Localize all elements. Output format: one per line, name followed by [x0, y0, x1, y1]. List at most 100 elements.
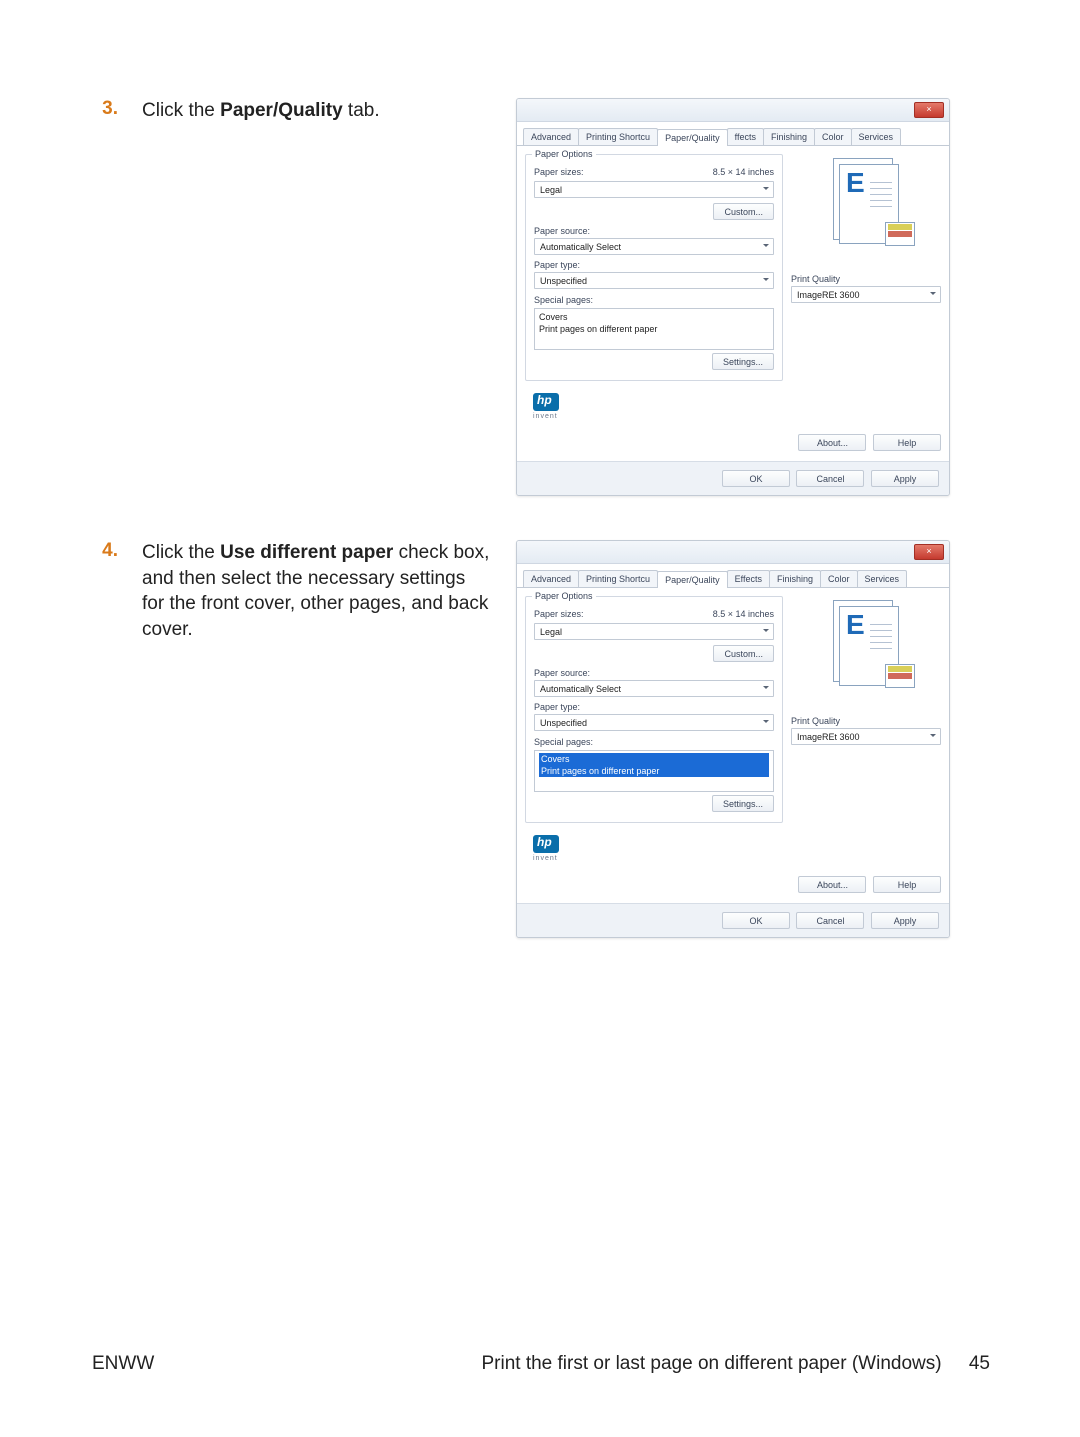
page-preview-icon: E — [821, 154, 911, 244]
titlebar: × — [517, 541, 949, 564]
print-quality-select[interactable]: ImageREt 3600 — [791, 728, 941, 745]
tab-paper-quality[interactable]: Paper/Quality — [657, 129, 728, 146]
tab-printing-shortcuts[interactable]: Printing Shortcu — [578, 570, 658, 587]
cancel-button[interactable]: Cancel — [796, 470, 864, 487]
ok-button[interactable]: OK — [722, 470, 790, 487]
paper-type-select[interactable]: Unspecified — [534, 272, 774, 289]
paper-sizes-value: 8.5 × 14 inches — [713, 609, 774, 619]
tab-finishing[interactable]: Finishing — [769, 570, 821, 587]
paper-options-group: Paper Options Paper sizes:8.5 × 14 inche… — [525, 596, 783, 823]
special-pages-list[interactable]: Covers Print pages on different paper — [534, 308, 774, 350]
text-pre: Click the — [142, 100, 220, 121]
footer-left: ENWW — [92, 1353, 154, 1375]
step-number: 3. — [92, 98, 118, 496]
footer-right: Print the first or last page on differen… — [481, 1353, 990, 1375]
list-item-covers[interactable]: Covers — [539, 753, 769, 765]
dialog-footer: OK Cancel Apply — [517, 461, 949, 495]
print-properties-dialog: × Advanced Printing Shortcu Paper/Qualit… — [516, 540, 950, 938]
paper-type-label: Paper type: — [534, 260, 774, 270]
custom-button[interactable]: Custom... — [713, 203, 774, 220]
tab-advanced[interactable]: Advanced — [523, 570, 579, 587]
window-title — [523, 548, 525, 557]
about-button[interactable]: About... — [798, 876, 866, 893]
paper-sizes-value: 8.5 × 14 inches — [713, 167, 774, 177]
special-pages-list[interactable]: Covers Print pages on different paper — [534, 750, 774, 792]
close-icon[interactable]: × — [914, 544, 944, 560]
document-page: 3. Click the Paper/Quality tab. × Advanc… — [0, 0, 1080, 1437]
tab-strip: Advanced Printing Shortcu Paper/Quality … — [517, 564, 949, 588]
panel: Paper Options Paper sizes: 8.5 × 14 inche… — [517, 146, 949, 428]
window-buttons: × — [914, 102, 944, 118]
inner-button-bar: About... Help — [517, 428, 949, 461]
tab-color[interactable]: Color — [820, 570, 858, 587]
text-post: tab. — [343, 100, 380, 121]
hp-logo-icon — [533, 835, 559, 853]
dialog-screenshot-2: × Advanced Printing Shortcu Paper/Qualit… — [516, 540, 990, 938]
help-button[interactable]: Help — [873, 876, 941, 893]
page-footer: ENWW Print the first or last page on dif… — [92, 1353, 990, 1375]
paper-type-select[interactable]: Unspecified — [534, 714, 774, 731]
paper-source-select[interactable]: Automatically Select — [534, 238, 774, 255]
print-quality-select[interactable]: ImageREt 3600 — [791, 286, 941, 303]
group-title: Paper Options — [532, 149, 596, 159]
print-properties-dialog: × Advanced Printing Shortcu Paper/Qualit… — [516, 98, 950, 496]
group-title: Paper Options — [532, 591, 596, 601]
tab-paper-quality[interactable]: Paper/Quality — [657, 571, 728, 588]
dialog-screenshot-1: × Advanced Printing Shortcu Paper/Qualit… — [516, 98, 990, 496]
window-buttons: × — [914, 544, 944, 560]
page-preview-icon: E — [821, 596, 911, 686]
custom-button[interactable]: Custom... — [713, 645, 774, 662]
step-number: 4. — [92, 540, 118, 938]
tab-advanced[interactable]: Advanced — [523, 128, 579, 145]
list-item-diff-paper[interactable]: Print pages on different paper — [539, 323, 769, 335]
paper-size-select[interactable]: Legal — [534, 181, 774, 198]
tab-finishing[interactable]: Finishing — [763, 128, 815, 145]
hp-invent-text: invent — [533, 855, 783, 862]
tab-effects[interactable]: ffects — [727, 128, 764, 145]
print-quality-label: Print Quality — [791, 716, 941, 726]
titlebar: × — [517, 99, 949, 122]
text-bold: Paper/Quality — [220, 100, 343, 121]
hp-invent-text: invent — [533, 413, 783, 420]
step-4: 4. Click the Use different paper check b… — [92, 540, 990, 938]
paper-source-select[interactable]: Automatically Select — [534, 680, 774, 697]
inner-button-bar: About... Help — [517, 870, 949, 903]
step-3: 3. Click the Paper/Quality tab. × Advanc… — [92, 98, 990, 496]
tab-services[interactable]: Services — [851, 128, 902, 145]
paper-source-label: Paper source: — [534, 668, 774, 678]
list-item-diff-paper[interactable]: Print pages on different paper — [539, 765, 769, 777]
paper-source-label: Paper source: — [534, 226, 774, 236]
settings-button[interactable]: Settings... — [712, 353, 774, 370]
print-quality-label: Print Quality — [791, 274, 941, 284]
paper-size-select[interactable]: Legal — [534, 623, 774, 640]
special-pages-label: Special pages: — [534, 737, 774, 747]
hp-logo-icon — [533, 393, 559, 411]
step-text: Click the Paper/Quality tab. — [142, 98, 492, 496]
paper-type-label: Paper type: — [534, 702, 774, 712]
special-pages-label: Special pages: — [534, 295, 774, 305]
apply-button[interactable]: Apply — [871, 912, 939, 929]
tab-color[interactable]: Color — [814, 128, 852, 145]
settings-button[interactable]: Settings... — [712, 795, 774, 812]
text-bold: Use different paper — [220, 542, 393, 563]
dialog-footer: OK Cancel Apply — [517, 903, 949, 937]
page-number: 45 — [969, 1353, 990, 1374]
cancel-button[interactable]: Cancel — [796, 912, 864, 929]
close-icon[interactable]: × — [914, 102, 944, 118]
apply-button[interactable]: Apply — [871, 470, 939, 487]
ok-button[interactable]: OK — [722, 912, 790, 929]
paper-options-group: Paper Options Paper sizes:8.5 × 14 inche… — [525, 154, 783, 381]
tab-strip: Advanced Printing Shortcu Paper/Quality … — [517, 122, 949, 146]
list-item-covers[interactable]: Covers — [539, 311, 769, 323]
tab-printing-shortcuts[interactable]: Printing Shortcu — [578, 128, 658, 145]
step-text: Click the Use different paper check box,… — [142, 540, 492, 938]
tab-effects[interactable]: Effects — [727, 570, 770, 587]
help-button[interactable]: Help — [873, 434, 941, 451]
paper-sizes-label: Paper sizes: — [534, 609, 584, 619]
window-title — [523, 106, 525, 115]
paper-sizes-label: Paper sizes: — [534, 167, 584, 177]
text-pre: Click the — [142, 542, 220, 563]
tab-services[interactable]: Services — [857, 570, 908, 587]
panel: Paper Options Paper sizes: 8.5 × 14 inche… — [517, 588, 949, 870]
about-button[interactable]: About... — [798, 434, 866, 451]
